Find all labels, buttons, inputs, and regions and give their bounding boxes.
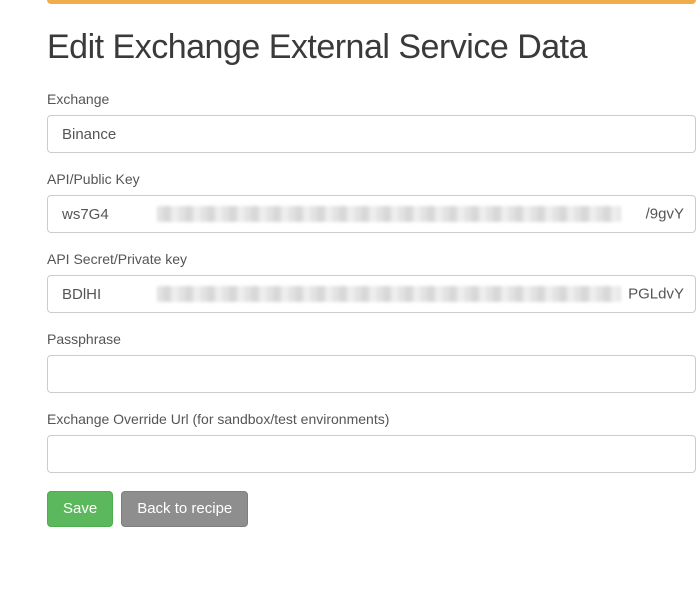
public-key-wrapper: /9gvY [47,195,696,233]
private-key-input[interactable] [47,275,696,313]
public-key-input[interactable] [47,195,696,233]
label-exchange: Exchange [47,91,696,107]
exchange-select[interactable]: Binance [47,115,696,153]
save-button[interactable]: Save [47,491,113,527]
page-title: Edit Exchange External Service Data [47,28,696,67]
label-override-url: Exchange Override Url (for sandbox/test … [47,411,696,427]
field-exchange: Exchange Binance [47,91,696,153]
passphrase-input[interactable] [47,355,696,393]
label-passphrase: Passphrase [47,331,696,347]
private-key-wrapper: PGLdvY [47,275,696,313]
back-button[interactable]: Back to recipe [121,491,248,527]
override-url-input[interactable] [47,435,696,473]
field-override-url: Exchange Override Url (for sandbox/test … [47,411,696,473]
field-passphrase: Passphrase [47,331,696,393]
button-row: Save Back to recipe [47,491,696,527]
page-container: Edit Exchange External Service Data Exch… [0,4,696,527]
field-private-key: API Secret/Private key PGLdvY [47,251,696,313]
label-private-key: API Secret/Private key [47,251,696,267]
field-public-key: API/Public Key /9gvY [47,171,696,233]
label-public-key: API/Public Key [47,171,696,187]
